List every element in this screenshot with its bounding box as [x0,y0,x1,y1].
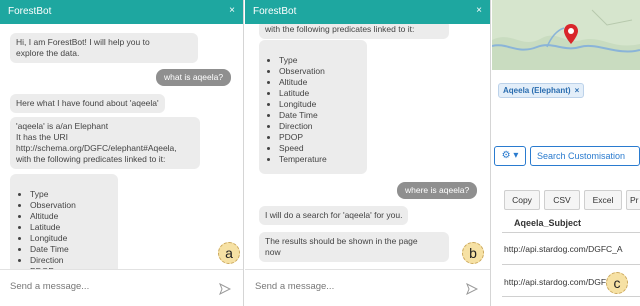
predicate-item: Temperature [279,154,361,165]
export-copy-button[interactable]: Copy [504,190,540,210]
chat-title: ForestBot [253,6,297,17]
panel-badge-a: a [218,242,240,264]
map-pin-icon[interactable] [564,24,578,44]
panel-badge-c: c [606,272,628,294]
send-icon[interactable] [219,283,231,295]
chat-panel-b: ForestBot × with the following predicate… [245,0,491,306]
chat-footer: Send a message... [245,269,490,306]
chat-messages[interactable]: Hi, I am ForestBot! I will help you to e… [0,24,243,269]
predicate-item: Observation [30,200,112,211]
user-message: where is aqeela? [397,182,478,199]
remove-filter-icon[interactable]: × [575,86,580,95]
map-view[interactable] [492,0,640,70]
settings-dropdown-button[interactable]: ⚙ ▾ [494,146,526,166]
filter-tag[interactable]: Aqeela (Elephant) × [498,83,585,98]
table-divider [502,232,640,233]
table-cell[interactable]: http://api.stardog.com/DGFC_A [504,277,623,287]
predicate-item: Latitude [279,88,361,99]
predicate-item: Speed [279,143,361,154]
table-cell[interactable]: http://api.stardog.com/DGFC_A [504,244,623,254]
filter-tag-label: Aqeela (Elephant) [503,86,571,95]
predicate-item: Latitude [30,222,112,233]
table-column-header[interactable]: Aqeela_Subject [514,218,581,228]
predicate-item: Altitude [30,211,112,222]
table-divider [502,264,640,265]
predicate-item: Observation [279,66,361,77]
export-csv-button[interactable]: CSV [544,190,580,210]
bot-message-predicates: TypeObservationAltitudeLatitudeLongitude… [259,40,367,174]
panel-badge-b: b [462,242,484,264]
bot-message-predicates: TypeObservationAltitudeLatitudeLongitude… [10,174,118,269]
predicate-item: Altitude [279,77,361,88]
predicate-item: Longitude [30,233,112,244]
predicate-item: Direction [279,121,361,132]
chat-header: ForestBot × [0,0,243,24]
search-panel: Aqeela (Elephant) × ⚙ ▾ Search Customisat… [492,0,640,306]
send-icon[interactable] [466,283,478,295]
export-print-button[interactable]: Pr [626,190,640,210]
predicate-item: PDOP [279,132,361,143]
predicate-item: Longitude [279,99,361,110]
predicate-item: Date Time [279,110,361,121]
predicate-item: Date Time [30,244,112,255]
message-input[interactable]: Send a message... [10,281,89,292]
bot-message: with the following predicates linked to … [259,24,449,39]
gear-icon: ⚙ ▾ [501,150,519,161]
chat-panel-a: ForestBot × Hi, I am ForestBot! I will h… [0,0,244,306]
chat-title: ForestBot [8,6,52,17]
export-excel-button[interactable]: Excel [584,190,622,210]
bot-message: Hi, I am ForestBot! I will help you to e… [10,33,198,63]
chat-messages[interactable]: with the following predicates linked to … [245,24,490,269]
user-message: what is aqeela? [156,69,232,86]
bot-message: I will do a search for 'aqeela' for you. [259,206,409,225]
chat-header: ForestBot × [245,0,490,24]
close-icon[interactable]: × [476,5,482,16]
predicate-item: Type [279,55,361,66]
bot-message: Here what I have found about 'aqeela' [10,94,165,113]
chat-footer: Send a message... [0,269,243,306]
close-icon[interactable]: × [229,5,235,16]
bot-message: The results should be shown in the page … [259,232,449,262]
search-customisation-button[interactable]: Search Customisation [530,146,640,166]
predicate-item: Type [30,189,112,200]
predicate-list: TypeObservationAltitudeLatitudeLongitude… [16,189,112,269]
bot-message: 'aqeela' is a/an Elephant It has the URI… [10,117,200,169]
table-divider [502,296,640,297]
predicate-item: Direction [30,255,112,266]
message-input[interactable]: Send a message... [255,281,334,292]
predicate-list: TypeObservationAltitudeLatitudeLongitude… [265,55,361,165]
